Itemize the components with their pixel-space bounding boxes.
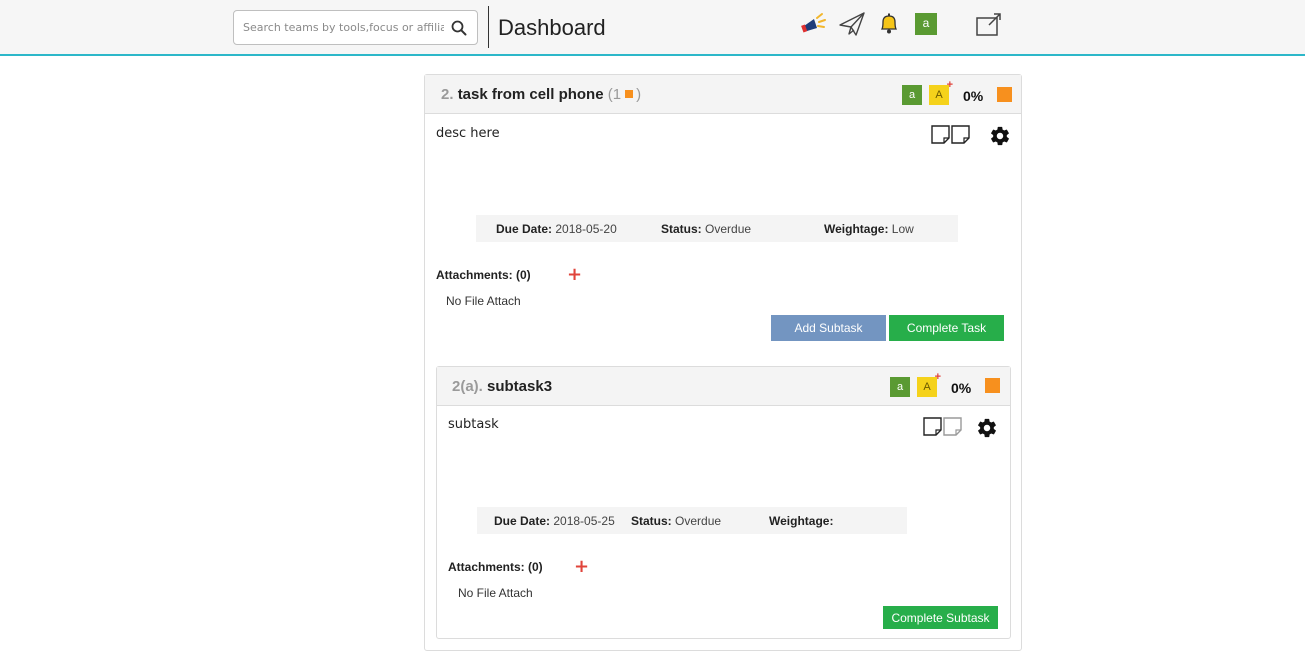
add-assignee-initial: A: [935, 89, 943, 101]
task-meta-bar: Due Date: 2018-05-20 Status: Overdue Wei…: [476, 215, 958, 242]
subtask-count-close: ): [636, 86, 642, 103]
subtask-description: subtask: [448, 417, 499, 432]
subtask-progress: 0%: [951, 380, 972, 396]
gear-icon[interactable]: [989, 125, 1011, 147]
task-number: 2.: [441, 86, 454, 103]
plus-icon: +: [946, 79, 953, 91]
add-subtask-button[interactable]: Add Subtask: [771, 315, 886, 341]
user-avatar[interactable]: a: [915, 13, 937, 35]
task-card: 2. task from cell phone (1) a A + 0% des…: [424, 74, 1022, 651]
task-status-indicator[interactable]: [997, 87, 1012, 102]
task-name[interactable]: task from cell phone: [458, 86, 604, 103]
complete-task-button[interactable]: Complete Task: [889, 315, 1004, 341]
subtask-add-assignee-initial: A: [923, 381, 931, 393]
subtask-add-attachment-icon[interactable]: +: [574, 558, 589, 576]
task-no-file-text: No File Attach: [446, 294, 521, 308]
gear-icon[interactable]: [976, 417, 998, 439]
bell-icon[interactable]: [877, 12, 901, 36]
task-status: Status: Overdue: [661, 222, 752, 236]
task-description: desc here: [436, 126, 500, 141]
subtask-card: 2(a). subtask3 a A + 0% subtask Due Date…: [436, 366, 1011, 639]
subtask-header: 2(a). subtask3 a A + 0%: [437, 367, 1010, 406]
megaphone-icon[interactable]: [800, 12, 828, 38]
paper-plane-icon[interactable]: [838, 11, 866, 37]
task-title: 2. task from cell phone (1): [441, 86, 641, 103]
subtask-no-file-text: No File Attach: [458, 586, 533, 600]
external-link-icon[interactable]: [975, 12, 1003, 38]
subtask-title: 2(a). subtask3: [452, 378, 552, 395]
subtask-name[interactable]: subtask3: [487, 378, 552, 395]
subtask-add-assignee-button[interactable]: A +: [917, 372, 941, 397]
top-navbar: Dashboard a: [0, 0, 1305, 56]
task-weightage: Weightage: Low: [824, 222, 914, 236]
search-input[interactable]: [234, 11, 444, 44]
notes-icon[interactable]: [931, 125, 971, 145]
subtask-status: Status: Overdue: [631, 514, 722, 528]
search-box: [233, 10, 478, 45]
subtask-attachments-label: Attachments: (0): [448, 560, 543, 574]
subtask-count-open: (1: [607, 86, 622, 103]
add-attachment-icon[interactable]: +: [567, 266, 582, 284]
subtask-meta-bar: Due Date: 2018-05-25 Status: Overdue Wei…: [477, 507, 907, 534]
add-assignee-button[interactable]: A +: [929, 80, 953, 105]
subtask-status-indicator[interactable]: [985, 378, 1000, 393]
subtask-count-indicator: [625, 90, 634, 98]
subtask-weightage: Weightage:: [769, 514, 834, 528]
plus-icon: +: [934, 371, 941, 383]
header-divider: [488, 6, 489, 48]
notes-icon[interactable]: [923, 417, 963, 437]
task-attachments-label: Attachments: (0): [436, 268, 531, 282]
task-assignee-avatar[interactable]: a: [902, 85, 922, 105]
subtask-assignee-avatar[interactable]: a: [890, 377, 910, 397]
task-progress: 0%: [963, 88, 984, 104]
subtask-number: 2(a).: [452, 378, 483, 395]
task-header: 2. task from cell phone (1) a A + 0%: [425, 75, 1021, 114]
page-title: Dashboard: [498, 15, 606, 40]
search-icon[interactable]: [451, 20, 467, 36]
task-due-date: Due Date: 2018-05-20: [496, 222, 617, 236]
subtask-due-date: Due Date: 2018-05-25: [494, 514, 615, 528]
complete-subtask-button[interactable]: Complete Subtask: [883, 606, 998, 629]
